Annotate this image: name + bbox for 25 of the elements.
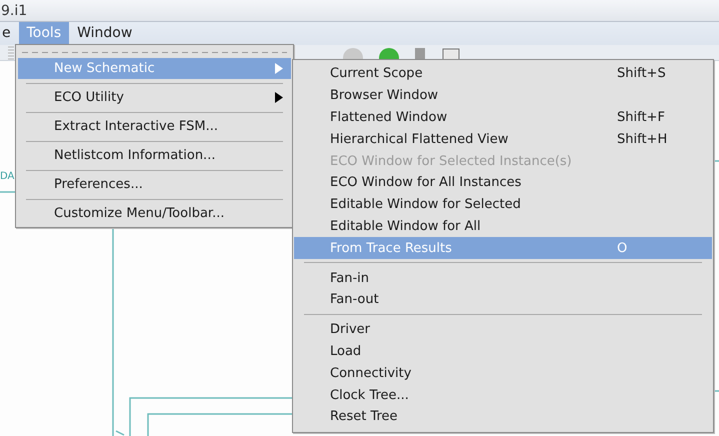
menu-item[interactable]: Clock Tree... [294, 384, 712, 406]
menu-item[interactable]: Connectivity [294, 362, 712, 384]
menu-item[interactable]: Editable Window for Selected [294, 194, 712, 216]
menu-bar-item[interactable]: Window [69, 22, 140, 45]
window-title: 9.i1 [1, 2, 28, 18]
net-label: DA [0, 171, 14, 182]
menu-item[interactable]: Driver [294, 318, 712, 341]
toolbar-grip-icon [8, 46, 14, 60]
menu-item[interactable]: Customize Menu/Toolbar... [18, 203, 291, 224]
menu-bar-item[interactable]: e [0, 22, 19, 45]
menu-item[interactable]: Fan-in [294, 267, 712, 289]
menu-item[interactable]: Extract Interactive FSM... [18, 116, 291, 137]
menu-item[interactable]: Browser Window [294, 84, 712, 107]
block-icon[interactable] [414, 46, 426, 60]
menu-item[interactable]: Hierarchical Flattened View Shift+H [294, 128, 712, 150]
menu-item[interactable]: Flattened Window Shift+F [294, 106, 712, 128]
menu-item[interactable]: Reset Tree [294, 406, 712, 428]
menu-item[interactable]: ECO Window for All Instances [294, 172, 712, 194]
menu-item[interactable]: Load [294, 340, 712, 362]
menu-item[interactable]: ECO Utility [18, 87, 291, 108]
menu-item[interactable]: Fan-out [294, 288, 712, 311]
menu-item[interactable]: Preferences... [18, 174, 291, 195]
menu-item[interactable]: Current Scope Shift+S [294, 63, 712, 85]
menu-item[interactable]: Netlistcom Information... [18, 145, 291, 166]
menu-item[interactable]: Editable Window for All [294, 216, 712, 238]
